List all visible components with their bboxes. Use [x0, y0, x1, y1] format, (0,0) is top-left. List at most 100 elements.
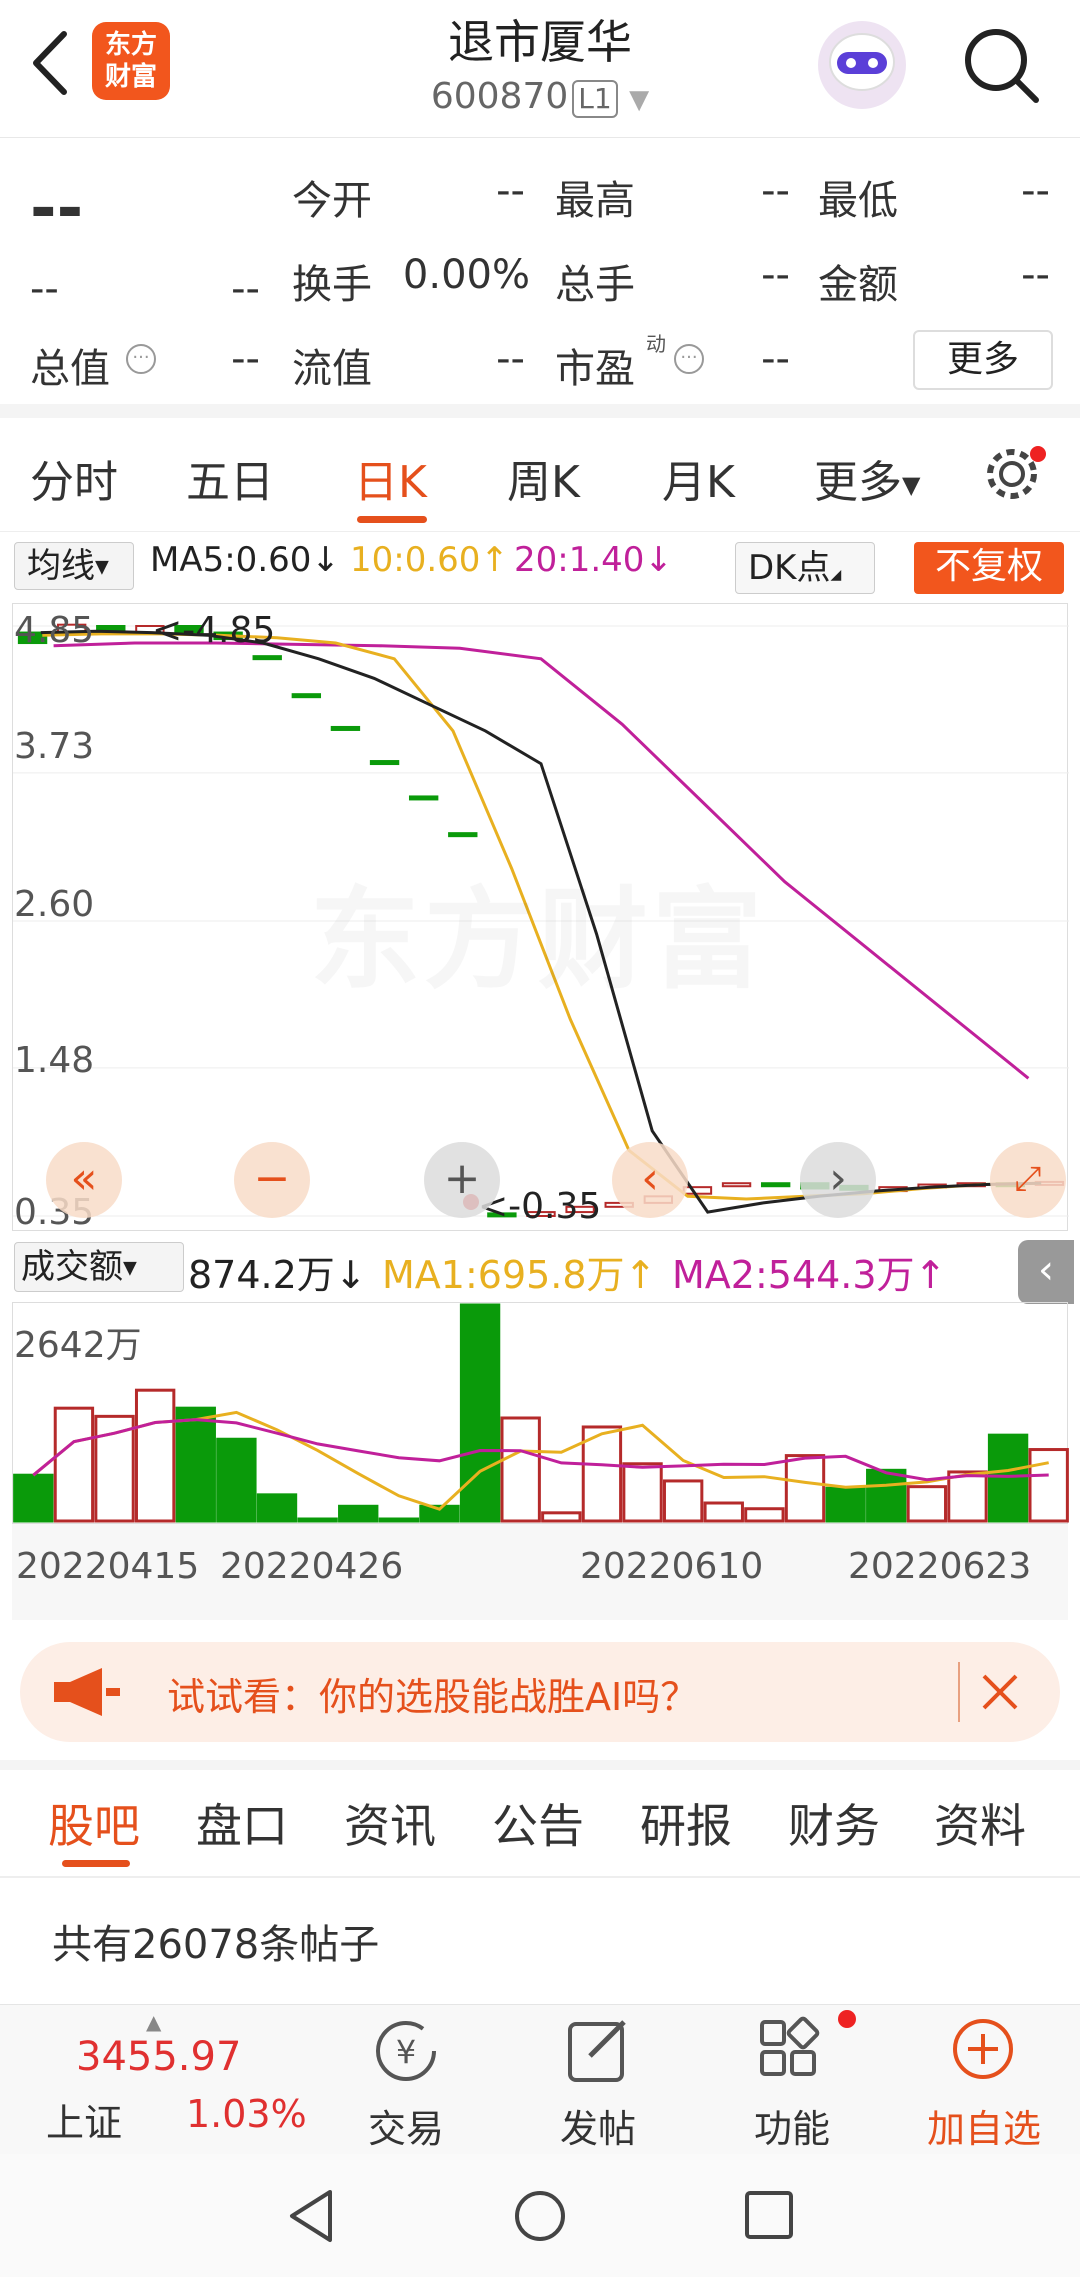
- ma20-value: 20:1.40↓: [514, 540, 673, 580]
- volume-ma2: MA2:544.3万↑: [672, 1253, 947, 1297]
- ma-selector[interactable]: 均线▼: [14, 542, 134, 590]
- trade-label[interactable]: 交易: [326, 2098, 486, 2153]
- volume-bar: [784, 1454, 826, 1523]
- add-watchlist-label[interactable]: 加自选: [904, 2098, 1064, 2153]
- y-tick: 2.60: [14, 884, 95, 925]
- megaphone-icon: [54, 1668, 120, 1716]
- volume-bar: [622, 1462, 663, 1523]
- tab-weekly-k[interactable]: 周K: [507, 446, 580, 510]
- add-watchlist-icon[interactable]: [948, 2016, 1018, 2086]
- tab-daily-k[interactable]: 日K: [354, 446, 427, 510]
- amount-label: 金额: [818, 262, 898, 308]
- pe-value: --: [761, 336, 790, 382]
- zoom-in-icon[interactable]: +: [424, 1142, 500, 1218]
- subtab-research[interactable]: 研报: [640, 1790, 732, 1856]
- volume-svg: [13, 1303, 1069, 1523]
- subtab-profile[interactable]: 资料: [934, 1790, 1026, 1856]
- subtab-orderbook[interactable]: 盘口: [196, 1790, 288, 1856]
- high-value: --: [761, 168, 790, 214]
- dropdown-caret-icon: ▼: [902, 471, 921, 499]
- volume-value: --: [761, 252, 790, 298]
- volume-bar: [947, 1470, 988, 1523]
- low-value: --: [1021, 168, 1050, 214]
- more-quote-button[interactable]: 更多: [913, 330, 1053, 390]
- tab-monthly-k[interactable]: 月K: [662, 446, 735, 510]
- volume-selector-label: 成交额: [21, 1247, 123, 1287]
- search-icon[interactable]: [962, 26, 1042, 106]
- functions-label[interactable]: 功能: [712, 2098, 872, 2153]
- dk-point-selector[interactable]: DK点◢: [735, 542, 875, 594]
- functions-grid-icon[interactable]: [756, 2014, 828, 2086]
- candle: [448, 832, 478, 838]
- fullscreen-icon[interactable]: ⤢: [990, 1142, 1066, 1218]
- settings-gear-icon[interactable]: [978, 444, 1050, 516]
- candle: [330, 725, 361, 731]
- active-subtab-underline: [62, 1860, 130, 1867]
- level-badge: L1: [572, 80, 618, 118]
- volume-chart[interactable]: [12, 1302, 1069, 1524]
- tab-five-day[interactable]: 五日: [186, 446, 274, 510]
- watermark: 东方财富: [310, 850, 766, 1010]
- date-label: 20220610: [580, 1546, 764, 1587]
- max-price-marker: <-4.85: [152, 610, 276, 651]
- y-tick-max: 4.85: [14, 610, 95, 651]
- index-change-pct[interactable]: 1.03%: [186, 2092, 307, 2136]
- corner-caret-icon: ◢: [830, 567, 842, 583]
- current-price: --: [30, 172, 84, 246]
- pe-label: 市盈: [555, 346, 635, 392]
- promo-text: 试试看：你的选股能战胜AI吗？: [167, 1675, 699, 1719]
- date-label: 20220623: [848, 1546, 1032, 1587]
- subtab-forum[interactable]: 股吧: [48, 1790, 140, 1856]
- nav-home-icon[interactable]: [512, 2188, 568, 2244]
- open-label: 今开: [292, 178, 372, 224]
- ma10-value: 10:0.60↑: [350, 540, 509, 580]
- volume-bar: [541, 1511, 582, 1523]
- ai-robot-avatar-icon[interactable]: [815, 18, 909, 112]
- volume-bar: [459, 1303, 501, 1523]
- tab-intraday[interactable]: 分时: [30, 446, 118, 510]
- volume-bar: [175, 1406, 216, 1523]
- chevron-down-icon: ▼: [629, 85, 650, 115]
- volume-bar: [987, 1433, 1029, 1523]
- pe-dynamic-sup: 动: [646, 332, 666, 356]
- dk-label: DK点: [748, 548, 831, 588]
- volume-bar: [500, 1416, 541, 1523]
- nav-recents-icon[interactable]: [742, 2188, 798, 2244]
- ma5-value: MA5:0.60↓: [150, 540, 340, 580]
- nav-back-icon[interactable]: [286, 2188, 336, 2244]
- scroll-left-icon[interactable]: ‹: [612, 1142, 688, 1218]
- close-icon[interactable]: [978, 1670, 1022, 1714]
- notification-dot: [838, 2010, 856, 2028]
- volume-selector[interactable]: 成交额▼: [14, 1242, 184, 1292]
- tab-more[interactable]: 更多▼: [814, 446, 920, 510]
- divider: [0, 1760, 1080, 1770]
- ai-promo-banner[interactable]: 试试看：你的选股能战胜AI吗？: [20, 1642, 1060, 1742]
- volume-bar: [744, 1507, 785, 1523]
- scroll-left-fast-icon[interactable]: «: [46, 1142, 122, 1218]
- candle: [252, 655, 282, 661]
- index-name[interactable]: 上证: [46, 2092, 122, 2147]
- collapse-panel-icon[interactable]: ‹: [1018, 1240, 1074, 1304]
- scroll-right-icon[interactable]: ›: [800, 1142, 876, 1218]
- y-tick: 3.73: [14, 726, 95, 767]
- zoom-out-icon[interactable]: −: [234, 1142, 310, 1218]
- info-icon[interactable]: ···: [674, 344, 704, 374]
- compose-post-icon[interactable]: [564, 2016, 634, 2086]
- trade-yuan-icon[interactable]: ¥: [368, 2016, 444, 2086]
- subtab-finance[interactable]: 财务: [788, 1790, 880, 1856]
- index-value[interactable]: 3455.97: [76, 2034, 241, 2080]
- divider: [0, 1876, 1080, 1878]
- date-label: 20220426: [220, 1546, 404, 1587]
- stock-code-row[interactable]: 600870 L1 ▼: [0, 76, 1080, 118]
- subtab-news[interactable]: 资讯: [344, 1790, 436, 1856]
- adjust-mode-button[interactable]: 不复权: [914, 542, 1064, 594]
- candle: [760, 1182, 791, 1188]
- volume-bar: [297, 1517, 338, 1523]
- post-label[interactable]: 发帖: [518, 2098, 678, 2153]
- volume-bar: [53, 1406, 95, 1523]
- volume-label: 总手: [555, 262, 635, 308]
- candle: [291, 693, 322, 699]
- tab-more-label: 更多: [814, 457, 902, 508]
- subtab-announcements[interactable]: 公告: [492, 1790, 584, 1856]
- info-icon[interactable]: ···: [126, 344, 156, 374]
